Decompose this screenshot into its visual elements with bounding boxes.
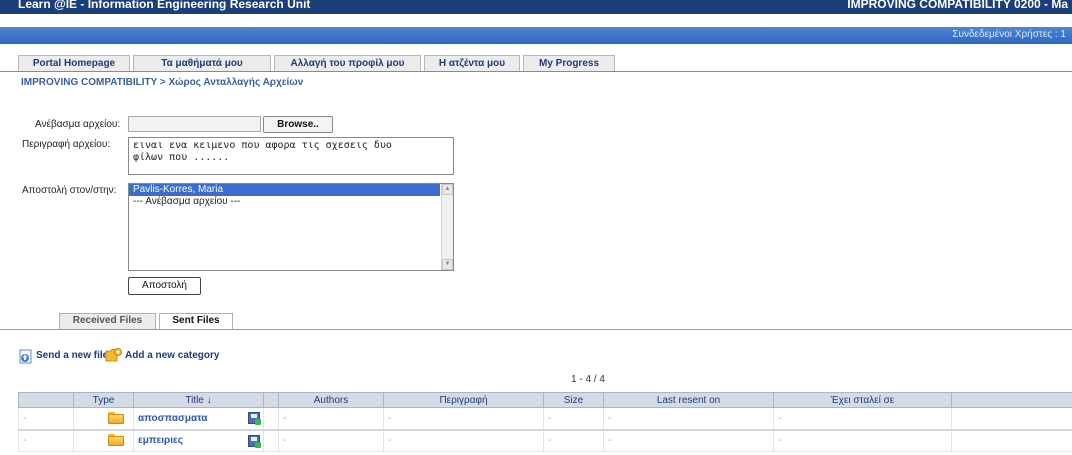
column-header-title[interactable]: Title ↓: [133, 392, 264, 408]
recipient-label: Αποστολή στον/στην:: [22, 185, 117, 196]
add-category-icon[interactable]: [105, 347, 123, 363]
recipient-option[interactable]: --- Ανέβασμα αρχείου ---: [129, 196, 453, 208]
file-path-input[interactable]: [128, 116, 261, 132]
file-title-link[interactable]: αποσπασματα: [138, 413, 207, 424]
table-row: - αποσπασματα - - - - -: [18, 407, 1072, 430]
table-row: - εμπειριες - - - - -: [18, 428, 1072, 452]
tab-my-agenda[interactable]: Η ατζέντα μου: [424, 55, 520, 72]
site-header: Learn @IE - Information Engineering Rese…: [0, 0, 1072, 14]
tab-underline: [0, 71, 1072, 72]
recipient-option[interactable]: Pavlis-Korres, Maria: [129, 184, 440, 196]
folder-icon[interactable]: [108, 434, 124, 447]
add-category-link[interactable]: Add a new category: [125, 350, 219, 361]
title-cell[interactable]: αποσπασματα: [133, 407, 264, 430]
folder-icon[interactable]: [108, 411, 124, 424]
send-file-icon[interactable]: [18, 348, 34, 364]
table-cell: -: [543, 428, 604, 452]
send-button[interactable]: Αποστολή: [128, 277, 201, 295]
column-header: [263, 392, 279, 408]
column-header-sent-to[interactable]: Έχει σταλεί σε: [773, 392, 952, 408]
table-cell: [263, 407, 279, 430]
column-header-type[interactable]: Type: [73, 392, 134, 408]
recipient-listbox[interactable]: Pavlis-Korres, Maria --- Ανέβασμα αρχείο…: [128, 183, 454, 271]
pagination-info: 1 - 4 / 4: [571, 374, 605, 385]
column-header-size[interactable]: Size: [543, 392, 604, 408]
tab-my-progress[interactable]: My Progress: [523, 55, 615, 72]
tab-received-files[interactable]: Received Files: [59, 313, 156, 329]
table-cell: [951, 428, 1072, 452]
upload-file-label: Ανέβασμα αρχείου:: [35, 119, 121, 130]
scroll-down-icon[interactable]: ▼: [442, 259, 453, 270]
table-cell: -: [603, 428, 774, 452]
title-cell[interactable]: εμπειριες: [133, 428, 264, 452]
type-cell: [73, 407, 134, 430]
table-cell: -: [603, 407, 774, 430]
tab-edit-profile[interactable]: Αλλαγή του προφίλ μου: [274, 55, 421, 72]
online-users-bar: Συνδεδεμένοι Χρήστες : 1: [0, 27, 1072, 44]
table-cell: -: [773, 428, 952, 452]
course-title: IMPROVING COMPATIBILITY 0200 - Ma: [847, 0, 1068, 11]
column-header-authors[interactable]: Authors: [278, 392, 384, 408]
send-new-file-link[interactable]: Send a new file: [36, 350, 108, 361]
online-users-count: Συνδεδεμένοι Χρήστες : 1: [952, 29, 1066, 40]
file-description-textarea[interactable]: ειναι ενα κειμενο που αφορα τις σχεσεις …: [128, 137, 454, 175]
column-header-last-resent[interactable]: Last resent on: [603, 392, 774, 408]
table-cell: -: [383, 407, 544, 430]
table-cell: -: [18, 407, 74, 430]
table-cell: -: [278, 428, 384, 452]
tab-portal-homepage[interactable]: Portal Homepage: [18, 55, 130, 72]
files-table: Type Title ↓ Authors Περιγραφή Size Last…: [18, 392, 1072, 452]
tab-my-courses[interactable]: Τα μαθήματά μου: [133, 55, 271, 72]
table-header-row: Type Title ↓ Authors Περιγραφή Size Last…: [18, 392, 1072, 408]
browse-button[interactable]: Browse..: [263, 116, 333, 133]
column-header: [951, 392, 1072, 408]
column-header-description[interactable]: Περιγραφή: [383, 392, 544, 408]
breadcrumb[interactable]: IMPROVING COMPATIBILITY > Χώρος Ανταλλαγ…: [21, 77, 303, 88]
table-cell: -: [278, 407, 384, 430]
tab-sent-files[interactable]: Sent Files: [159, 313, 233, 329]
table-cell: -: [543, 407, 604, 430]
listbox-scrollbar[interactable]: ▲ ▼: [441, 184, 453, 270]
site-title: Learn @IE - Information Engineering Rese…: [18, 0, 311, 11]
type-cell: [73, 428, 134, 452]
save-icon[interactable]: [248, 434, 261, 448]
file-title-link[interactable]: εμπειριες: [138, 435, 183, 446]
file-description-label: Περιγραφή αρχείου:: [22, 139, 111, 150]
scroll-up-icon[interactable]: ▲: [442, 184, 453, 195]
save-icon[interactable]: [248, 412, 261, 425]
subtab-underline: [0, 329, 1072, 330]
table-cell: [263, 428, 279, 452]
table-cell: -: [773, 407, 952, 430]
table-cell: -: [18, 428, 74, 452]
table-cell: [951, 407, 1072, 430]
column-header: [18, 392, 74, 408]
table-cell: -: [383, 428, 544, 452]
